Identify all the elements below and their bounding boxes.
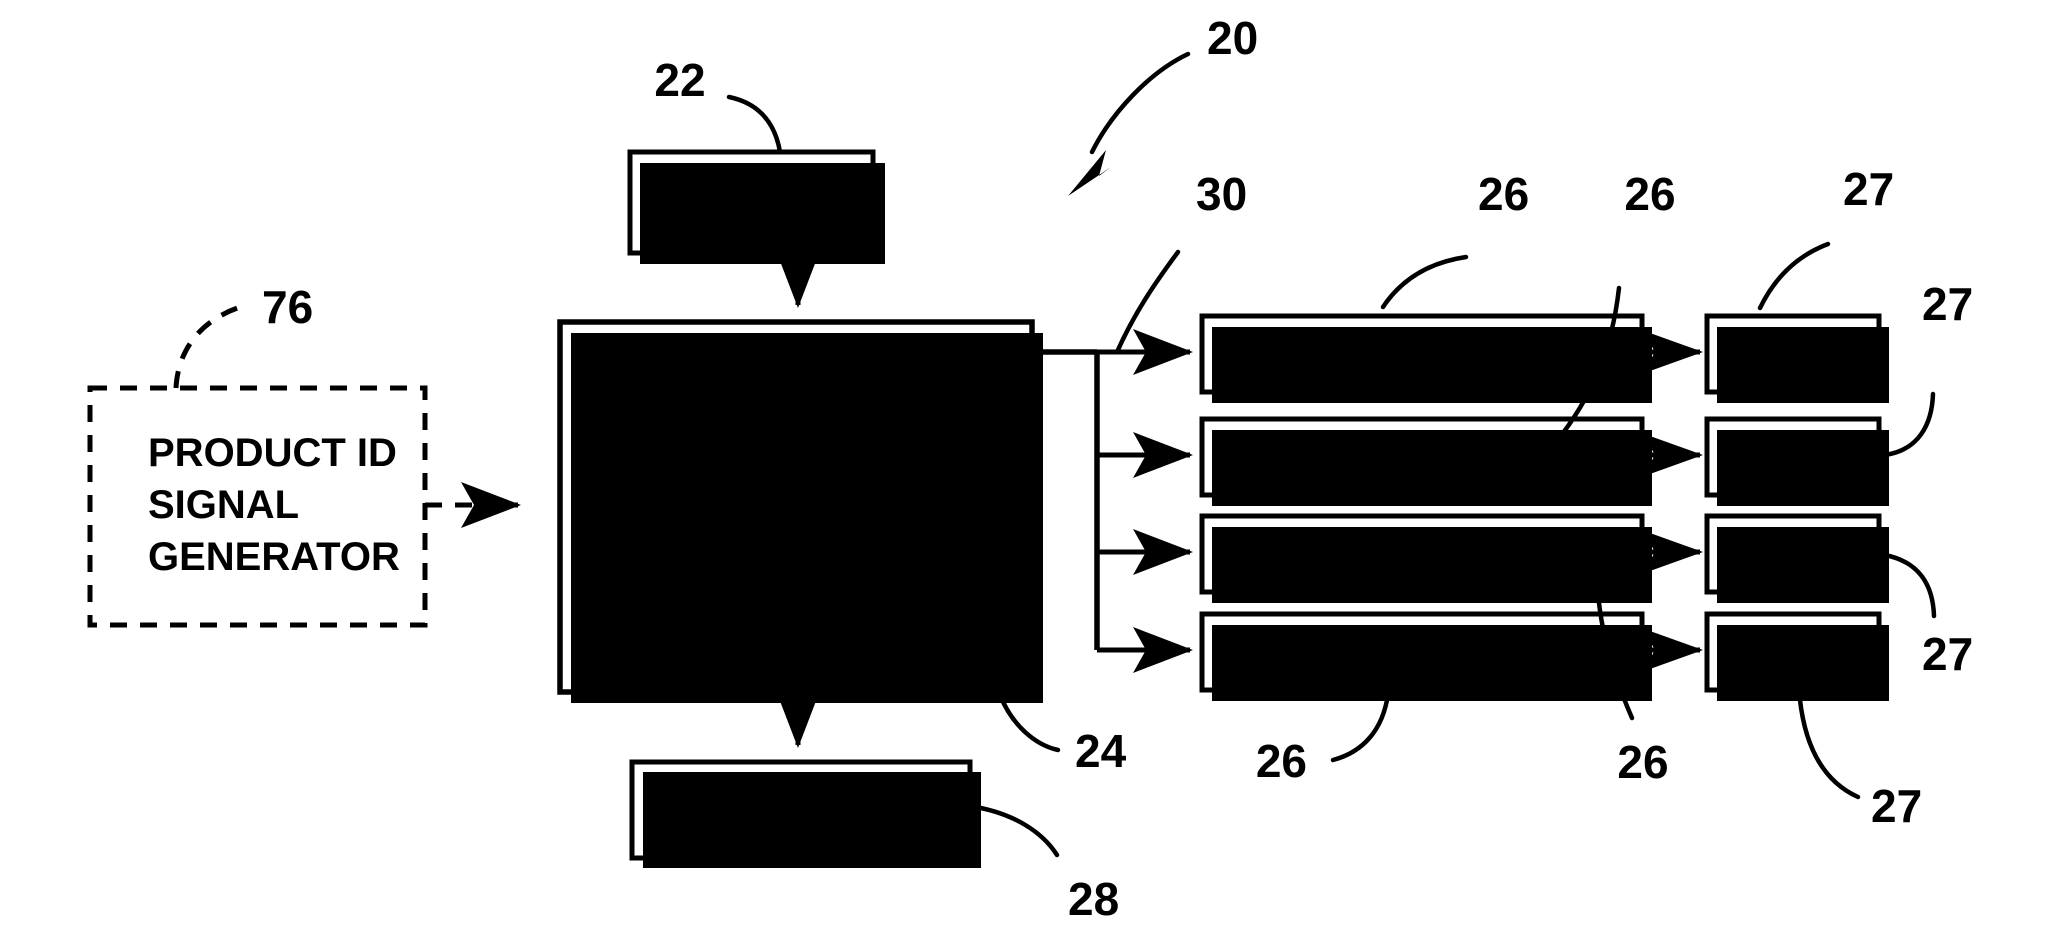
control-unit-shadow bbox=[571, 333, 1043, 703]
ref-number-28: 28 bbox=[1068, 873, 1119, 925]
ref-number-26-top-left: 26 bbox=[1478, 168, 1529, 220]
patent-figure-canvas: 20 TRIGGER 22 CONTROL UNIT 24 PRODUCT ID… bbox=[0, 0, 2058, 936]
led-driver-1: Led DRIVER # 1 bbox=[1199, 313, 1652, 403]
ref-number-22: 22 bbox=[654, 54, 705, 106]
led-driver-1-label: Led DRIVER # 1 bbox=[1272, 333, 1572, 377]
product-id-line-3: GENERATOR bbox=[148, 535, 400, 579]
ref-number-27-top: 27 bbox=[1843, 163, 1894, 215]
led-driver-2-label: Led DRIVER # 2 bbox=[1272, 436, 1572, 480]
led-3-label: LED(s) bbox=[1729, 533, 1858, 577]
ref-number-30: 30 bbox=[1196, 168, 1247, 220]
trigger-label: TRIGGER bbox=[655, 178, 846, 225]
product-id-line-1: PRODUCT ID bbox=[148, 431, 397, 475]
led-driver-2: Led DRIVER # 2 bbox=[1199, 416, 1652, 506]
ref-number-24: 24 bbox=[1075, 725, 1127, 777]
trigger-block: TRIGGER bbox=[627, 149, 885, 264]
camera-label: CAMERA(S) bbox=[681, 785, 921, 832]
led-4-label: LED(s) bbox=[1729, 631, 1858, 675]
led-driver-4-label: Led DRIVER # 4 bbox=[1272, 631, 1573, 675]
led-2: LED(s) bbox=[1704, 416, 1889, 506]
control-unit-label: CONTROL UNIT bbox=[638, 470, 955, 517]
led-3: LED(s) bbox=[1704, 513, 1889, 603]
led-1: LED(s) bbox=[1704, 313, 1889, 403]
ref-number-27-upper-right: 27 bbox=[1922, 278, 1973, 330]
led-1-label: LED(s) bbox=[1729, 333, 1858, 377]
led-driver-4: Led DRIVER # 4 bbox=[1199, 611, 1652, 701]
product-id-line-2: SIGNAL bbox=[148, 483, 299, 527]
ref-number-26-bottom-right: 26 bbox=[1617, 736, 1668, 788]
control-unit-block: CONTROL UNIT bbox=[557, 319, 1043, 703]
led-driver-3-label: Led DRIVER # 3 bbox=[1272, 533, 1572, 577]
ref-number-20: 20 bbox=[1207, 12, 1258, 64]
product-id-generator-block: PRODUCT ID SIGNAL GENERATOR bbox=[87, 385, 428, 628]
camera-block: CAMERA(S) bbox=[629, 759, 981, 868]
ref-number-27-lower-right: 27 bbox=[1922, 628, 1973, 680]
ref-number-26-bottom-left: 26 bbox=[1256, 735, 1307, 787]
led-4: LED(s) bbox=[1704, 611, 1889, 701]
led-2-label: LED(s) bbox=[1729, 436, 1858, 480]
ref-number-76: 76 bbox=[262, 281, 313, 333]
block-diagram: 20 TRIGGER 22 CONTROL UNIT 24 PRODUCT ID… bbox=[0, 0, 2058, 936]
ref-number-26-top-right: 26 bbox=[1624, 168, 1675, 220]
ref-number-27-bottom: 27 bbox=[1871, 780, 1922, 832]
led-driver-3: Led DRIVER # 3 bbox=[1199, 513, 1652, 603]
